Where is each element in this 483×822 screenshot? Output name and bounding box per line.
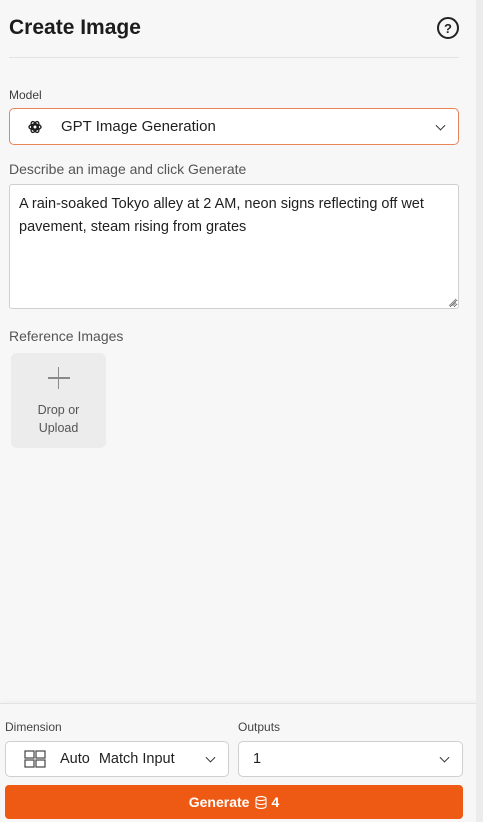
upload-text: Drop or Upload <box>37 403 80 435</box>
reference-images-label: Reference Images <box>9 328 124 344</box>
model-select[interactable]: GPT Image Generation <box>9 108 459 145</box>
resize-grip-icon[interactable] <box>448 298 456 306</box>
openai-logo-icon <box>27 119 43 135</box>
outputs-label: Outputs <box>238 720 281 734</box>
dimension-auto: Auto <box>60 751 90 767</box>
create-image-panel: Create Image ? Model GPT Image Generatio… <box>0 0 476 822</box>
model-select-value: GPT Image Generation <box>61 118 216 135</box>
chevron-down-icon <box>435 120 446 131</box>
chevron-down-icon <box>439 752 450 763</box>
chevron-down-icon <box>205 752 216 763</box>
model-label: Model <box>9 88 42 102</box>
prompt-label: Describe an image and click Generate <box>9 161 247 177</box>
layout-grid-icon <box>24 750 46 768</box>
generate-credits: 4 <box>271 794 280 810</box>
outputs-select[interactable]: 1 <box>238 741 463 777</box>
help-icon[interactable]: ? <box>437 17 459 39</box>
panel-header: Create Image ? <box>9 0 459 58</box>
plus-icon <box>47 367 70 389</box>
generate-label: Generate <box>188 794 250 810</box>
database-coins-icon <box>255 795 268 809</box>
outputs-value: 1 <box>253 751 262 767</box>
dimension-label: Dimension <box>5 720 62 734</box>
page-title: Create Image <box>9 16 141 39</box>
scrollbar[interactable] <box>476 0 483 822</box>
dimension-select[interactable]: Auto Match Input <box>5 741 229 777</box>
generate-button[interactable]: Generate 4 <box>5 785 463 819</box>
prompt-textarea[interactable]: A rain-soaked Tokyo alley at 2 AM, neon … <box>9 184 459 309</box>
dimension-match-input: Match Input <box>98 751 175 767</box>
reference-upload-dropzone[interactable]: Drop or Upload <box>11 353 106 448</box>
generation-footer: Dimension Outputs Auto Match Input 1 Gen… <box>0 703 476 822</box>
